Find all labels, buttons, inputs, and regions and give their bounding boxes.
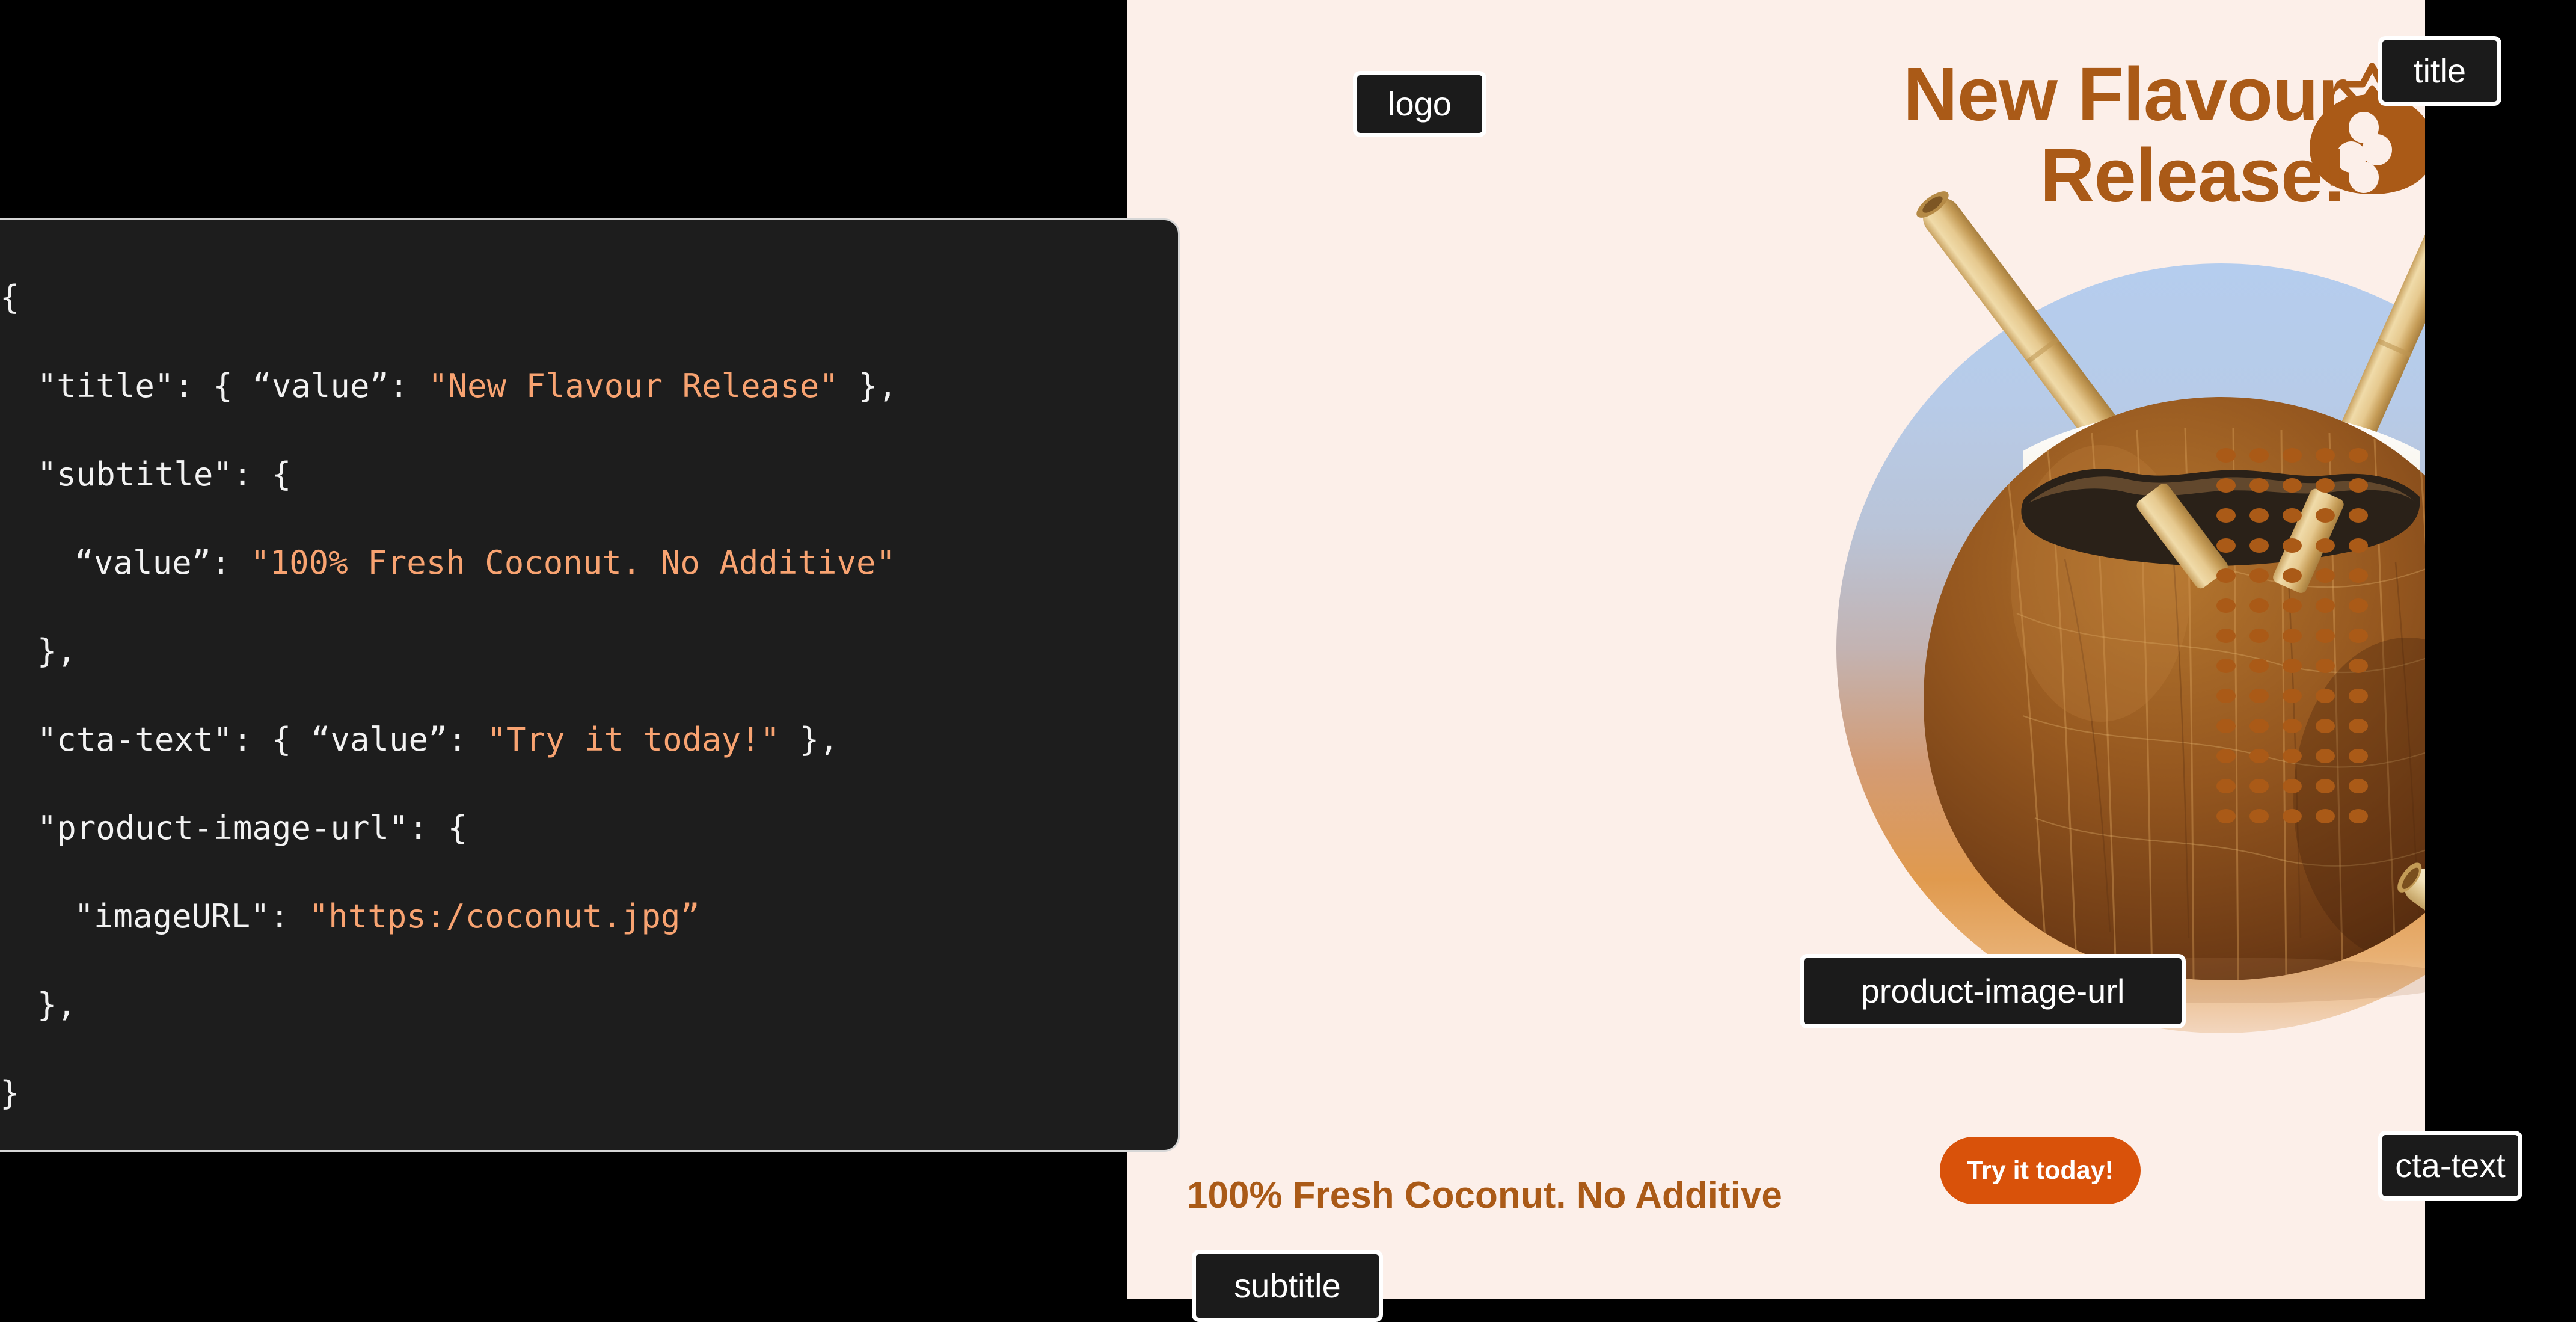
dot (2216, 448, 2236, 463)
dot (2283, 448, 2302, 463)
dot (2349, 448, 2368, 463)
dot (2349, 629, 2368, 643)
dot (2316, 659, 2335, 673)
dot (2249, 749, 2269, 763)
dot (2316, 719, 2335, 733)
dot (2283, 598, 2302, 613)
dot (2316, 689, 2335, 703)
dot (2216, 689, 2236, 703)
dot (2283, 478, 2302, 493)
code-line: }, (37, 632, 76, 670)
json-code-panel: { "title": { “value”: "New Flavour Releas… (0, 218, 1180, 1152)
dot (2316, 809, 2335, 823)
code-string-value: "100% Fresh Coconut. No Additive" (250, 544, 895, 582)
dot (2316, 538, 2335, 553)
dot (2316, 568, 2335, 583)
dot (2316, 598, 2335, 613)
dot (2216, 508, 2236, 523)
dot (2283, 538, 2302, 553)
dot (2216, 749, 2236, 763)
dot (2216, 598, 2236, 613)
dot (2283, 659, 2302, 673)
dot (2316, 448, 2335, 463)
dot (2283, 568, 2302, 583)
dot (2349, 659, 2368, 673)
code-line: "cta-text": { “value”: "Try it today!" }… (37, 721, 839, 758)
dot (2283, 779, 2302, 793)
dot (2283, 719, 2302, 733)
annotation-badge-logo[interactable]: logo (1353, 71, 1486, 137)
cta-button[interactable]: Try it today! (1940, 1137, 2141, 1204)
dot (2216, 659, 2236, 673)
code-line: { (0, 278, 20, 316)
decorative-dot-grid (2216, 448, 2382, 839)
dot (2349, 779, 2368, 793)
dot (2249, 689, 2269, 703)
dot (2249, 629, 2269, 643)
annotation-badge-product-image-url[interactable]: product-image-url (1800, 954, 2186, 1028)
code-line: “value”: "100% Fresh Coconut. No Additiv… (74, 544, 895, 582)
dot (2349, 809, 2368, 823)
annotation-badge-title[interactable]: title (2378, 36, 2501, 106)
dot (2316, 779, 2335, 793)
dot (2283, 508, 2302, 523)
dot (2249, 478, 2269, 493)
dot (2249, 568, 2269, 583)
dot (2349, 749, 2368, 763)
dot (2316, 508, 2335, 523)
dot (2349, 568, 2368, 583)
dot (2249, 598, 2269, 613)
dot (2216, 478, 2236, 493)
annotation-badge-cta-text[interactable]: cta-text (2378, 1131, 2522, 1201)
dot (2349, 719, 2368, 733)
dot (2349, 508, 2368, 523)
code-line: "title": { “value”: "New Flavour Release… (37, 367, 898, 405)
dot (2283, 749, 2302, 763)
code-line: }, (37, 986, 76, 1024)
code-line: "product-image-url": { (37, 809, 468, 847)
dot (2316, 749, 2335, 763)
annotation-badge-subtitle[interactable]: subtitle (1192, 1250, 1383, 1322)
dot (2349, 478, 2368, 493)
code-string-value: "New Flavour Release" (428, 367, 839, 405)
dot (2349, 538, 2368, 553)
code-line: "subtitle": { (37, 455, 292, 493)
code-string-value: "https:/coconut.jpg” (308, 897, 700, 935)
dot (2249, 538, 2269, 553)
dot (2283, 809, 2302, 823)
dot (2216, 568, 2236, 583)
dot (2249, 779, 2269, 793)
code-line: } (0, 1074, 20, 1112)
design-canvas: New Flavour Release! 100% Fresh Coconut.… (1127, 0, 2425, 1299)
subtitle-text: 100% Fresh Coconut. No Additive (1187, 1175, 1782, 1216)
json-code-lines: { "title": { “value”: "New Flavour Releas… (0, 253, 1178, 1137)
dot (2249, 659, 2269, 673)
dot (2349, 598, 2368, 613)
code-line: "imageURL": "https:/coconut.jpg” (74, 897, 700, 935)
dot (2249, 809, 2269, 823)
dot (2316, 629, 2335, 643)
dot (2216, 809, 2236, 823)
code-string-value: "Try it today!" (486, 721, 780, 758)
dot (2283, 629, 2302, 643)
dot (2249, 719, 2269, 733)
dot (2283, 689, 2302, 703)
dot (2216, 779, 2236, 793)
dot (2349, 689, 2368, 703)
dot (2216, 538, 2236, 553)
dot (2249, 508, 2269, 523)
dot (2216, 629, 2236, 643)
dot (2316, 478, 2335, 493)
dot (2216, 719, 2236, 733)
dot (2249, 448, 2269, 463)
